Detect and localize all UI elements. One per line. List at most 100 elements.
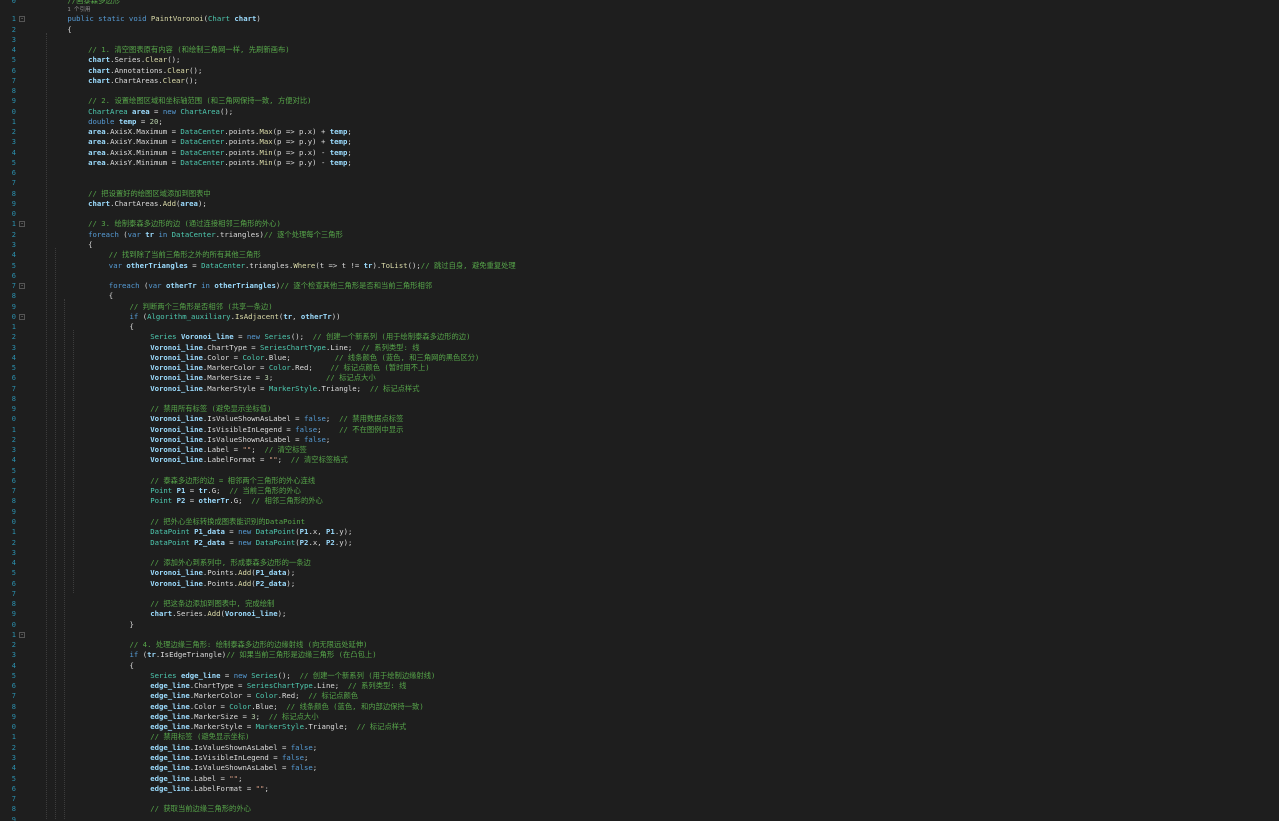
code-line[interactable]: if (Algorithm_auxiliary.IsAdjacent(tr, o… [130, 312, 341, 322]
code-token-var: area [88, 157, 106, 167]
code-line[interactable]: Point P1 = tr.G; // 当前三角形的外心 [150, 486, 301, 496]
code-token-var: edge_line [150, 711, 190, 721]
code-line[interactable]: chart.ChartAreas.Add(area); [88, 199, 207, 209]
code-line[interactable]: // 判断两个三角形是否相邻 (共享一条边) [130, 302, 273, 312]
code-editor[interactable]: 0123456789012345678901234567890123456789… [0, 0, 1279, 821]
code-line[interactable]: Voronoi_line.ChartType = SeriesChartType… [150, 343, 419, 353]
code-line[interactable]: { [67, 25, 71, 35]
code-line[interactable]: edge_line.MarkerSize = 3; // 标记点大小 [150, 712, 318, 722]
code-line[interactable]: DataPoint P2_data = new DataPoint(P2.x, … [150, 538, 352, 548]
code-line[interactable]: edge_line.LabelFormat = ""; [150, 784, 269, 794]
code-line[interactable]: edge_line.Color = Color.Blue; // 线条颜色 (蓝… [150, 702, 424, 712]
code-token-type: Chart [208, 14, 230, 24]
code-token-var: Voronoi_line [150, 455, 203, 465]
code-line[interactable]: ChartArea area = new ChartArea(); [88, 107, 233, 117]
code-line[interactable]: Voronoi_line.Color = Color.Blue; // 线条颜色… [150, 353, 479, 363]
code-line[interactable]: area.AxisX.Minimum = DataCenter.points.M… [88, 148, 352, 158]
code-token-kw: if [129, 311, 139, 321]
code-token-plain: .Label = [189, 773, 230, 783]
code-line[interactable]: // 4. 处理边缘三角形: 绘制泰森多边形的边缘射线 (向无限远处延伸) [130, 640, 368, 650]
code-token-var: chart [88, 55, 111, 65]
code-line[interactable]: { [130, 322, 134, 332]
code-line[interactable]: // 禁用标签 (避免显示坐标) [150, 732, 249, 742]
code-line[interactable]: Series edge_line = new Series(); // 创建一个… [150, 671, 435, 681]
code-line[interactable]: // 2. 设置绘图区域和坐标轴范围 (和三角网保持一致, 方便对比) [88, 96, 311, 106]
code-line[interactable]: if (tr.IsEdgeTriangle)// 如果当前三角形是边缘三角形 (… [130, 650, 377, 660]
code-line[interactable]: Voronoi_line.IsVisibleInLegend = false; … [150, 425, 403, 435]
code-token-kw: new [162, 106, 176, 116]
code-line[interactable]: edge_line.MarkerColor = Color.Red; // 标记… [150, 691, 358, 701]
code-token-meth: PaintVoronoi [150, 14, 204, 24]
code-line[interactable]: edge_line.IsVisibleInLegend = false; [150, 753, 308, 763]
code-token-type: DataCenter [180, 127, 225, 137]
code-line[interactable]: edge_line.ChartType = SeriesChartType.Li… [150, 681, 406, 691]
code-line[interactable]: Voronoi_line.LabelFormat = ""; // 清空标签格式 [150, 455, 348, 465]
code-line[interactable]: edge_line.MarkerStyle = MarkerStyle.Tria… [150, 722, 406, 732]
code-token-var: Voronoi_line [150, 414, 203, 424]
code-line[interactable]: // 把这条边添加到图表中, 完成绘制 [150, 599, 274, 609]
code-line[interactable]: Voronoi_line.MarkerStyle = MarkerStyle.T… [150, 384, 419, 394]
code-line[interactable]: DataPoint P1_data = new DataPoint(P1.x, … [150, 527, 352, 537]
code-token-plain: .MarkerColor = [202, 363, 269, 373]
code-token-plain: ( [138, 311, 148, 321]
code-line[interactable]: { [109, 291, 113, 301]
code-line[interactable]: { [88, 240, 92, 250]
code-line[interactable]: edge_line.IsValueShownAsLabel = false; [150, 743, 317, 753]
code-token-var: edge_line [150, 681, 190, 691]
code-line[interactable]: // 泰森多边形的边 = 相邻两个三角形的外心连线 [150, 476, 315, 486]
code-line[interactable]: public static void PaintVoronoi(Chart ch… [67, 14, 260, 24]
code-line[interactable]: // 添加外心到系列中, 形成泰森多边形的一条边 [150, 558, 311, 568]
code-line[interactable]: } [130, 620, 134, 630]
code-token-plain: ; [238, 773, 243, 783]
code-token-cmt: // 3. 绘制泰森多边形的边 (通过连接相邻三角形的外心) [88, 219, 281, 229]
code-token-type: DataPoint [255, 537, 296, 547]
code-token-kw: var [148, 281, 162, 291]
code-line[interactable]: //画泰森多边形 [67, 0, 120, 6]
code-token-plain: ; [325, 434, 331, 444]
code-token-plain: .Color = [189, 701, 230, 711]
code-line[interactable]: chart.Annotations.Clear(); [88, 66, 202, 76]
code-line[interactable]: foreach (var tr in DataCenter.triangles)… [88, 230, 343, 240]
code-token-var: P1 [326, 527, 335, 537]
code-line[interactable]: Voronoi_line.Points.Add(P1_data); [150, 568, 295, 578]
code-token-var: tr [147, 650, 156, 660]
code-token-plain: ( [138, 650, 148, 660]
code-token-var: chart [88, 65, 111, 75]
code-line[interactable]: chart.ChartAreas.Clear(); [88, 76, 198, 86]
code-line[interactable]: Series Voronoi_line = new Series(); // 创… [150, 332, 470, 342]
code-line[interactable]: Voronoi_line.MarkerColor = Color.Red; //… [150, 363, 429, 373]
code-line[interactable]: // 找到除了当前三角形之外的所有其他三角形 [109, 250, 261, 260]
code-token-plain: .x, [308, 537, 327, 547]
code-token-plain: (); [219, 106, 234, 116]
code-line[interactable]: foreach (var otherTr in otherTriangles)/… [109, 281, 432, 291]
code-line[interactable]: double temp = 20; [88, 117, 163, 127]
codelens-references[interactable]: 1 个引用 [67, 6, 90, 14]
code-line[interactable]: chart.Series.Add(Voronoi_line); [150, 609, 286, 619]
code-line[interactable]: { [130, 661, 134, 671]
code-line[interactable]: chart.Series.Clear(); [88, 55, 180, 65]
code-line[interactable]: area.AxisX.Maximum = DataCenter.points.M… [88, 127, 352, 137]
code-line[interactable]: // 禁用所有标签 (避免显示坐标值) [150, 404, 271, 414]
code-area[interactable]: //画泰森多边形 public static void PaintVoronoi(… [0, 0, 1279, 821]
code-line[interactable]: Voronoi_line.IsValueShownAsLabel = false… [150, 435, 330, 445]
code-line[interactable]: edge_line.Label = ""; [150, 774, 242, 784]
code-token-cmt: // 禁用标签 (避免显示坐标) [150, 732, 250, 742]
code-token-cmt: // 逐个检查其他三角形是否和当前三角形相邻 [280, 281, 433, 291]
code-line[interactable]: // 把设置好的绘图区域添加到图表中 [88, 189, 211, 199]
code-line[interactable]: // 3. 绘制泰森多边形的边 (通过连接相邻三角形的外心) [88, 219, 281, 229]
code-line[interactable]: Voronoi_line.MarkerSize = 3; // 标记点大小 [150, 373, 375, 383]
code-token-plain: .points. [224, 137, 260, 147]
code-line[interactable]: Voronoi_line.IsValueShownAsLabel = false… [150, 414, 403, 424]
code-token-cmt: //画泰森多边形 [67, 0, 120, 5]
code-line[interactable]: Point P2 = otherTr.G; // 相邻三角形的外心 [150, 496, 323, 506]
code-line[interactable]: Voronoi_line.Points.Add(P2_data); [150, 579, 295, 589]
code-line[interactable]: // 把外心坐标转换成图表能识别的DataPoint [150, 517, 305, 527]
code-token-plain: .triangles) [215, 229, 264, 239]
code-line[interactable]: Voronoi_line.Label = ""; // 清空标签 [150, 445, 307, 455]
code-line[interactable]: edge_line.IsValueShownAsLabel = false; [150, 763, 317, 773]
code-line[interactable]: area.AxisY.Maximum = DataCenter.points.M… [88, 137, 352, 147]
code-line[interactable]: area.AxisY.Minimum = DataCenter.points.M… [88, 158, 352, 168]
code-line[interactable]: // 1. 清空图表原有内容 (和绘制三角网一样, 先刷新画布) [88, 45, 290, 55]
code-line[interactable]: var otherTriangles = DataCenter.triangle… [109, 261, 516, 271]
code-line[interactable]: // 获取当前边缘三角形的外心 [150, 804, 251, 814]
